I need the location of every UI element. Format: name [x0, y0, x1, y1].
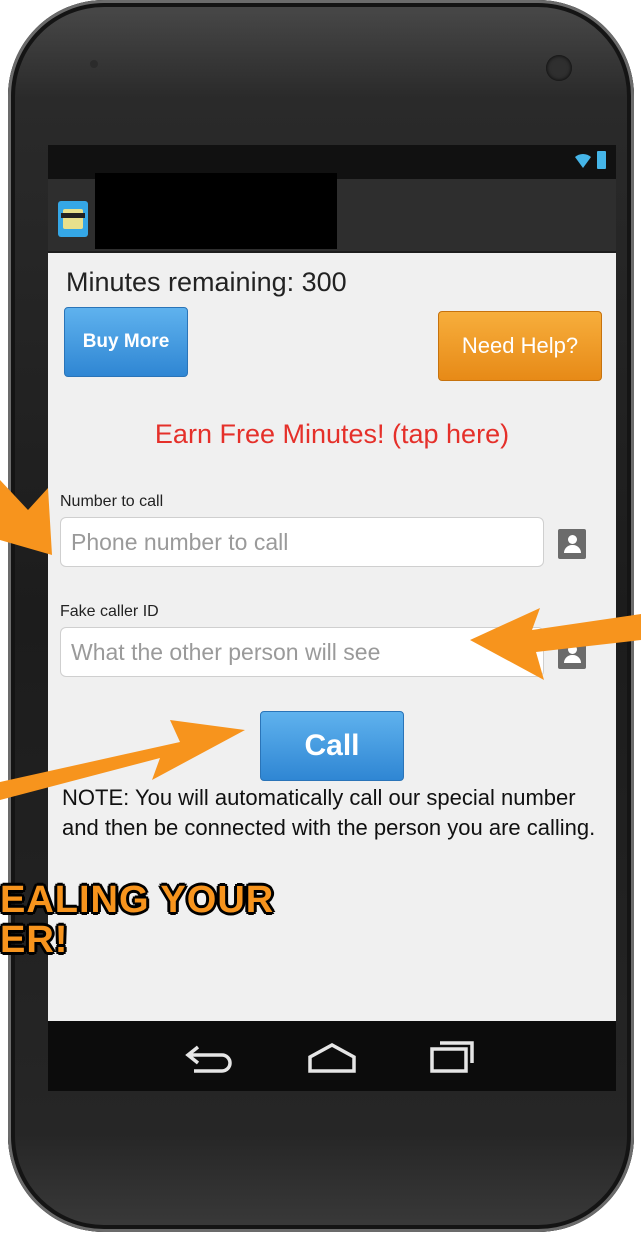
arrow-call-icon — [0, 720, 245, 800]
front-camera — [546, 55, 572, 81]
sensor-dot — [90, 60, 98, 68]
recents-icon[interactable] — [422, 1035, 482, 1079]
overlay-line-1: EALING YOUR — [0, 879, 275, 921]
overlay-line-2: ER! — [0, 919, 69, 961]
redacted-app-title — [95, 173, 337, 249]
back-icon[interactable] — [180, 1035, 240, 1079]
minutes-remaining: Minutes remaining: 300 — [66, 267, 347, 297]
status-icons — [573, 151, 606, 172]
call-button[interactable]: Call — [260, 711, 404, 781]
arrow-right-icon — [470, 608, 641, 680]
earn-free-minutes-link[interactable]: Earn Free Minutes! (tap here) — [48, 419, 616, 450]
fake-caller-id-label: Fake caller ID — [60, 603, 159, 620]
overlay-warning-text: EALING YOUR ER! — [0, 880, 274, 960]
home-icon[interactable] — [302, 1035, 362, 1079]
number-to-call-input[interactable]: Phone number to call — [60, 517, 544, 567]
app-icon[interactable] — [58, 201, 88, 237]
buy-more-button[interactable]: Buy More — [64, 307, 188, 377]
arrow-left-top-icon — [0, 480, 52, 555]
battery-icon — [597, 151, 606, 169]
need-help-button[interactable]: Need Help? — [438, 311, 602, 381]
contact-picker-icon[interactable] — [558, 529, 586, 559]
wifi-icon — [575, 153, 591, 168]
number-to-call-label: Number to call — [60, 493, 164, 510]
navigation-bar — [48, 1021, 616, 1091]
